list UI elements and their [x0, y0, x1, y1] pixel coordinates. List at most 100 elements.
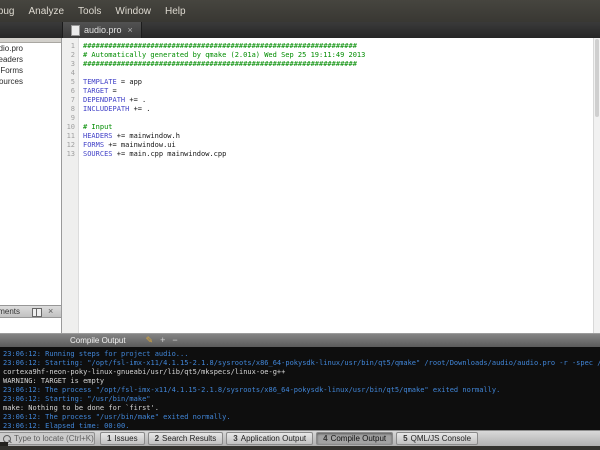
- code-token: = app: [117, 78, 142, 86]
- code-token: HEADERS: [83, 132, 113, 140]
- code-token: += mainwindow.ui: [104, 141, 176, 149]
- zoom-out-icon[interactable]: −: [172, 336, 177, 345]
- code-line[interactable]: ########################################…: [79, 60, 592, 69]
- tab-label: audio.pro: [84, 25, 122, 35]
- tree-item-label: audio.pro: [0, 44, 23, 53]
- tree-item-forms[interactable]: Forms: [0, 65, 23, 76]
- line-number: 13: [62, 150, 78, 159]
- line-number: 10: [62, 123, 78, 132]
- code-line[interactable]: [79, 114, 592, 123]
- line-number: 5: [62, 78, 78, 87]
- tab-audio-pro[interactable]: audio.pro ×: [62, 22, 142, 38]
- panel-number: 1: [107, 434, 111, 443]
- line-number: 12: [62, 141, 78, 150]
- panel-button-issues[interactable]: 1Issues: [100, 432, 145, 445]
- locator-input[interactable]: Type to locate (Ctrl+K): [0, 432, 95, 445]
- line-number: 4: [62, 69, 78, 78]
- console-line: 23:06:12: The process "/opt/fsl-imx-x11/…: [3, 386, 600, 395]
- console-line: 23:06:12: Running steps for project audi…: [3, 350, 600, 359]
- code-token: += main.cpp mainwindow.cpp: [113, 150, 227, 158]
- panel-label: Compile Output: [331, 434, 387, 443]
- code-line[interactable]: # Input: [79, 123, 592, 132]
- line-number: 9: [62, 114, 78, 123]
- console-line: cortexa9hf-neon-poky-linux-gnueabi/usr/l…: [3, 368, 600, 377]
- open-documents-header: Open Documents ×: [0, 305, 61, 318]
- panel-button-qml-js-console[interactable]: 5QML/JS Console: [396, 432, 478, 445]
- code-token: # Input: [83, 123, 113, 131]
- code-token: += mainwindow.h: [113, 132, 180, 140]
- code-line[interactable]: TEMPLATE = app: [79, 78, 592, 87]
- code-token: TEMPLATE: [83, 78, 117, 86]
- code-token: ########################################…: [83, 42, 357, 50]
- code-line[interactable]: # Automatically generated by qmake (2.01…: [79, 51, 592, 60]
- code-line[interactable]: [79, 69, 592, 78]
- line-number: 2: [62, 51, 78, 60]
- bottom-strip: [0, 446, 600, 450]
- panel-button-compile-output[interactable]: 4 Compile Output: [316, 432, 393, 445]
- console-line: 23:06:12: The process "/usr/bin/make" ex…: [3, 413, 600, 422]
- menu-item-window[interactable]: Window: [108, 6, 158, 17]
- menu-item-debug[interactable]: Debug: [0, 6, 21, 17]
- code-line[interactable]: DEPENDPATH += .: [79, 96, 592, 105]
- panel-label: Issues: [114, 434, 137, 443]
- code-token: SOURCES: [83, 150, 113, 158]
- code-line[interactable]: SOURCES += main.cpp mainwindow.cpp: [79, 150, 592, 159]
- line-number: 8: [62, 105, 78, 114]
- tree-item-label: Headers: [0, 55, 23, 64]
- tree-item-audio-pro[interactable]: audio.pro: [0, 43, 23, 54]
- code-token: += .: [125, 96, 146, 104]
- close-icon[interactable]: ×: [48, 306, 53, 317]
- zoom-in-icon[interactable]: +: [160, 336, 165, 345]
- line-number: 11: [62, 132, 78, 141]
- open-documents-title: Open Documents: [0, 307, 20, 318]
- output-pane-title: Compile Output: [70, 336, 126, 345]
- console[interactable]: 23:06:12: Running steps for project audi…: [0, 347, 600, 430]
- line-number: 6: [62, 87, 78, 96]
- line-number: 1: [62, 42, 78, 51]
- panel-button-search-results[interactable]: 2Search Results: [148, 432, 224, 445]
- code-token: # Automatically generated by qmake (2.01…: [83, 51, 365, 59]
- menu-item-help[interactable]: Help: [158, 6, 193, 17]
- editor-tabbar: audio.pro ×: [0, 22, 600, 38]
- project-tree: audio.pro Headers Forms Sources: [0, 43, 23, 87]
- panel-label: Search Results: [162, 434, 216, 443]
- menu-item-tools[interactable]: Tools: [71, 6, 108, 17]
- code-line[interactable]: INCLUDEPATH += .: [79, 105, 592, 114]
- editor-scrollbar[interactable]: [593, 38, 600, 333]
- panel-buttons: 1Issues2Search Results3Application Outpu…: [100, 432, 478, 445]
- code-line[interactable]: TARGET =: [79, 87, 592, 96]
- console-line: 23:06:12: Starting: "/usr/bin/make": [3, 395, 600, 404]
- editor-code[interactable]: ########################################…: [79, 42, 592, 159]
- clear-icon[interactable]: ✎: [146, 336, 154, 345]
- code-token: ########################################…: [83, 60, 357, 68]
- code-token: FORMS: [83, 141, 104, 149]
- tree-item-label: Forms: [0, 66, 23, 75]
- tree-item-label: Sources: [0, 77, 23, 86]
- scrollbar-thumb[interactable]: [595, 39, 599, 117]
- menubar: Debug Analyze Tools Window Help: [0, 0, 600, 22]
- code-token: TARGET: [83, 87, 108, 95]
- menu-item-analyze[interactable]: Analyze: [21, 6, 71, 17]
- locator-placeholder: Type to locate (Ctrl+K): [14, 434, 94, 443]
- panel-label: Application Output: [241, 434, 306, 443]
- code-token: DEPENDPATH: [83, 96, 125, 104]
- split-icon[interactable]: [32, 308, 42, 317]
- code-line[interactable]: ########################################…: [79, 42, 592, 51]
- code-editor[interactable]: 12345678910111213 ######################…: [62, 38, 600, 333]
- panel-button-application-output[interactable]: 3Application Output: [226, 432, 313, 445]
- output-pane-header: Compile Output ✎ + −: [0, 333, 600, 347]
- code-line[interactable]: HEADERS += mainwindow.h: [79, 132, 592, 141]
- close-icon[interactable]: ×: [128, 25, 133, 35]
- file-icon: [71, 25, 80, 36]
- code-token: INCLUDEPATH: [83, 105, 129, 113]
- editor-gutter: 12345678910111213: [62, 38, 79, 333]
- panel-number: 5: [403, 434, 407, 443]
- code-line[interactable]: FORMS += mainwindow.ui: [79, 141, 592, 150]
- tree-item-headers[interactable]: Headers: [0, 54, 23, 65]
- tree-item-sources[interactable]: Sources: [0, 76, 23, 87]
- statusbar: Type to locate (Ctrl+K) 1Issues2Search R…: [0, 430, 600, 446]
- panel-number: 4: [323, 434, 327, 443]
- output-toolbar: ✎ + −: [146, 336, 178, 345]
- qt-creator-window: Debug Analyze Tools Window Help audio.pr…: [0, 0, 600, 450]
- console-line: 23:06:12: Elapsed time: 00:00.: [3, 422, 600, 430]
